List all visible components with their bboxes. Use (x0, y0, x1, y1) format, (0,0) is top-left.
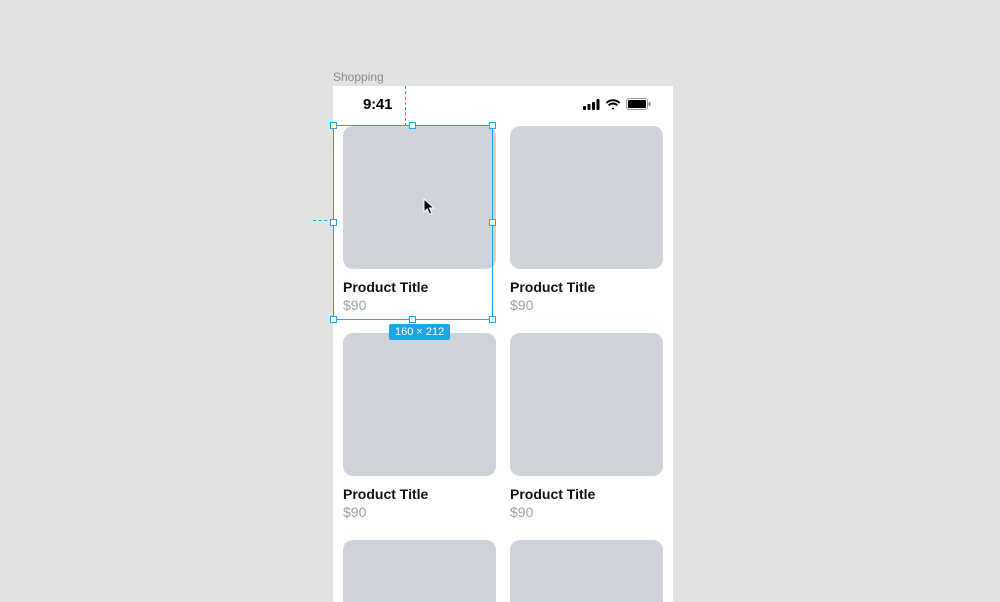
product-image-placeholder[interactable] (343, 126, 496, 269)
product-price: $90 (343, 297, 496, 313)
product-title: Product Title (510, 279, 663, 295)
product-title: Product Title (343, 279, 496, 295)
product-card[interactable]: Product Title $90 (510, 126, 663, 313)
product-price: $90 (343, 504, 496, 520)
alignment-guide-horizontal (313, 220, 333, 221)
battery-icon (626, 98, 651, 110)
product-card[interactable]: Product Title $90 (343, 333, 496, 520)
product-image-placeholder[interactable] (343, 333, 496, 476)
product-image-placeholder[interactable] (343, 540, 496, 602)
product-image-placeholder[interactable] (510, 126, 663, 269)
product-card[interactable]: Product Title $90 (510, 540, 663, 602)
status-icons (583, 98, 651, 110)
product-card[interactable]: Product Title $90 (510, 333, 663, 520)
product-price: $90 (510, 504, 663, 520)
product-price: $90 (510, 297, 663, 313)
product-image-placeholder[interactable] (510, 333, 663, 476)
cellular-signal-icon (583, 99, 600, 110)
status-time: 9:41 (363, 96, 392, 113)
product-card[interactable]: Product Title $90 (343, 540, 496, 602)
product-title: Product Title (343, 486, 496, 502)
status-bar: 9:41 (333, 86, 673, 122)
artboard-shopping[interactable]: 9:41 Pro (333, 86, 673, 602)
product-card[interactable]: Product Title $90 (343, 126, 496, 313)
frame-label[interactable]: Shopping (333, 70, 384, 84)
product-grid: Product Title $90 Product Title $90 Prod… (333, 122, 673, 602)
product-image-placeholder[interactable] (510, 540, 663, 602)
wifi-icon (605, 99, 621, 110)
product-title: Product Title (510, 486, 663, 502)
